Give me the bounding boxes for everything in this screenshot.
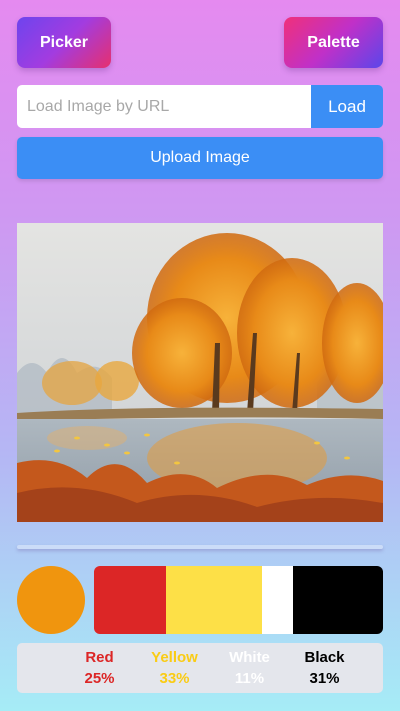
section-divider bbox=[17, 545, 383, 549]
legend-color-name: Red bbox=[85, 649, 114, 666]
legend-color-percent: 33% bbox=[159, 670, 190, 687]
loaded-image[interactable] bbox=[17, 223, 383, 522]
picker-button[interactable]: Picker bbox=[17, 17, 111, 68]
upload-image-button[interactable]: Upload Image bbox=[17, 137, 383, 179]
palette-legend: Red 25% Yellow 33% White 11% Black 31% bbox=[17, 643, 383, 693]
legend-item-red: Red 25% bbox=[62, 647, 137, 689]
image-url-input[interactable] bbox=[17, 85, 311, 128]
legend-color-percent: 25% bbox=[84, 670, 115, 687]
legend-item-black: Black 31% bbox=[287, 647, 362, 689]
landscape-image bbox=[17, 223, 383, 522]
legend-color-name: Yellow bbox=[151, 649, 198, 666]
legend-color-name: White bbox=[229, 649, 270, 666]
selected-color-swatch bbox=[17, 566, 85, 634]
palette-button[interactable]: Palette bbox=[284, 17, 383, 68]
legend-color-name: Black bbox=[304, 649, 345, 666]
palette-segment-yellow bbox=[166, 566, 262, 634]
legend-color-percent: 11% bbox=[234, 670, 265, 687]
url-loader: Load bbox=[17, 85, 383, 128]
palette-segment-white bbox=[261, 566, 294, 634]
legend-color-percent: 31% bbox=[309, 670, 340, 687]
load-button[interactable]: Load bbox=[311, 85, 383, 128]
legend-item-yellow: Yellow 33% bbox=[137, 647, 212, 689]
palette-bar bbox=[94, 566, 383, 634]
palette-segment-red bbox=[94, 566, 167, 634]
palette-segment-black bbox=[293, 566, 383, 634]
legend-item-white: White 11% bbox=[212, 647, 287, 689]
